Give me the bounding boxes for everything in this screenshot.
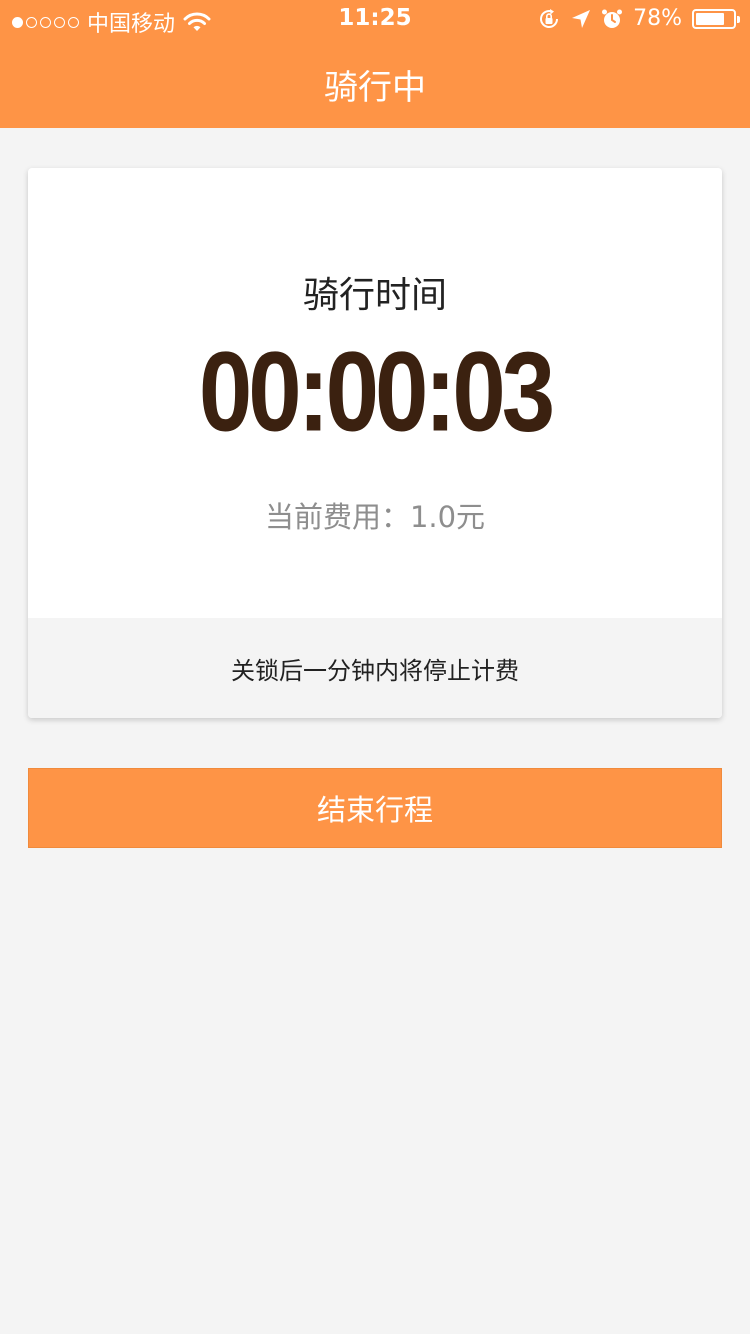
ride-time-label: 骑行时间	[302, 275, 447, 316]
status-right: 78%	[537, 6, 740, 31]
alarm-icon	[602, 9, 623, 28]
page-title: 骑行中	[324, 68, 426, 108]
top-bar: 中国移动 11:25 78% 骑行中	[0, 0, 750, 128]
battery-percent: 78%	[633, 6, 682, 31]
current-fee: 当前费用：1.0元	[264, 500, 486, 534]
billing-notice: 关锁后一分钟内将停止计费	[28, 618, 722, 718]
location-arrow-icon	[572, 9, 591, 28]
end-trip-button[interactable]: 结束行程	[28, 768, 722, 848]
battery-fill	[696, 12, 725, 25]
battery-icon	[692, 8, 740, 29]
ride-timer: 00:00:03	[198, 329, 555, 456]
ride-card: 骑行时间 00:00:03 当前费用：1.0元 关锁后一分钟内将停止计费	[28, 168, 722, 718]
status-bar: 中国移动 11:25 78%	[0, 0, 750, 40]
rotation-lock-icon	[540, 8, 559, 28]
